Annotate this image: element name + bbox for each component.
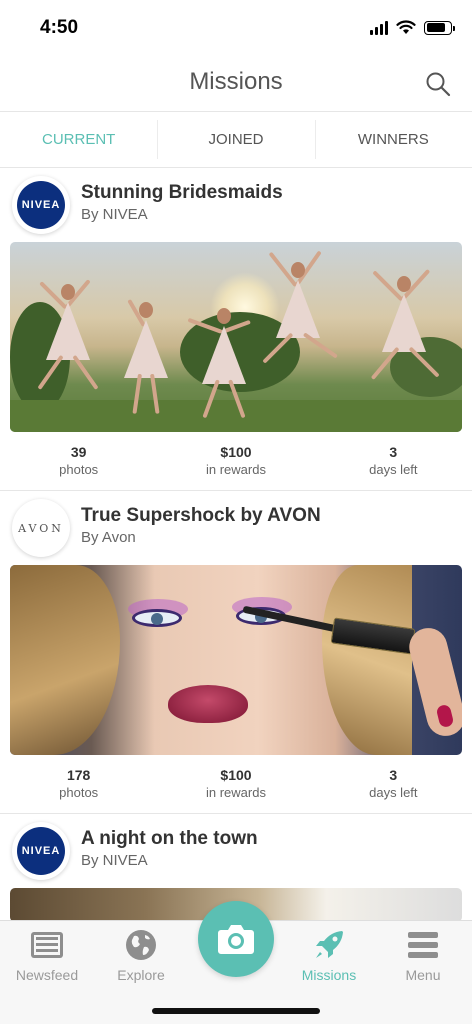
mission-stats: 178 photos $100 in rewards 3 days left [0, 755, 472, 813]
status-icons [370, 20, 455, 35]
tab-winners[interactable]: WINNERS [314, 112, 472, 167]
page-title: Missions [189, 68, 283, 95]
mission-sponsor: By NIVEA [81, 206, 148, 223]
mission-sponsor: By NIVEA [81, 852, 148, 869]
nivea-logo: NIVEA [17, 827, 65, 875]
mission-sponsor: By Avon [81, 529, 136, 546]
header: Missions [0, 58, 472, 112]
globe-icon [126, 930, 156, 960]
signal-icon [370, 20, 388, 35]
mission-title[interactable]: A night on the town [81, 828, 258, 850]
stat-rewards: $100 in rewards [206, 767, 266, 800]
nivea-logo: NIVEA [17, 181, 65, 229]
stat-days-left: 3 days left [369, 444, 418, 477]
mission-card[interactable]: AVON True Supershock by AVON By Avon 178… [0, 491, 472, 814]
tabbar-explore[interactable]: Explore [96, 927, 186, 983]
stat-days-left: 3 days left [369, 767, 418, 800]
mission-image[interactable] [10, 565, 462, 755]
battery-icon [424, 20, 455, 35]
wifi-icon [396, 20, 416, 34]
stat-rewards: $100 in rewards [206, 444, 266, 477]
mission-image[interactable] [10, 242, 462, 432]
missions-feed[interactable]: NIVEA Stunning Bridesmaids By NIVEA 39 p… [0, 168, 472, 920]
mission-card[interactable]: NIVEA Stunning Bridesmaids By NIVEA 39 p… [0, 168, 472, 491]
status-time: 4:50 [40, 17, 79, 38]
mission-header[interactable]: NIVEA A night on the town By NIVEA [0, 814, 472, 888]
tab-current[interactable]: CURRENT [0, 112, 157, 167]
bottom-tab-bar: Newsfeed Explore Missions Menu [0, 901, 472, 1024]
sponsor-logo[interactable]: AVON [12, 499, 70, 557]
rocket-icon [316, 931, 343, 958]
mission-title[interactable]: True Supershock by AVON [81, 505, 321, 527]
tab-joined[interactable]: JOINED [157, 112, 314, 167]
menu-icon [408, 932, 438, 958]
sponsor-logo[interactable]: NIVEA [12, 176, 70, 234]
stat-photos: 39 photos [59, 444, 99, 477]
mission-title[interactable]: Stunning Bridesmaids [81, 182, 283, 204]
tabbar-newsfeed[interactable]: Newsfeed [2, 927, 92, 983]
newsfeed-icon [31, 932, 63, 958]
stat-photos: 178 photos [59, 767, 99, 800]
tabbar-menu[interactable]: Menu [378, 927, 468, 983]
status-bar: 4:50 [0, 0, 472, 58]
camera-icon [218, 925, 254, 954]
avon-logo: AVON [18, 521, 64, 535]
mission-header[interactable]: AVON True Supershock by AVON By Avon [0, 491, 472, 565]
mission-header[interactable]: NIVEA Stunning Bridesmaids By NIVEA [0, 168, 472, 242]
mission-stats: 39 photos $100 in rewards 3 days left [0, 432, 472, 490]
home-indicator [152, 1008, 320, 1014]
tabbar-missions[interactable]: Missions [284, 927, 374, 983]
camera-button[interactable] [198, 901, 274, 977]
search-icon[interactable] [424, 70, 452, 98]
mission-tabs: CURRENT JOINED WINNERS [0, 112, 472, 168]
sponsor-logo[interactable]: NIVEA [12, 822, 70, 880]
